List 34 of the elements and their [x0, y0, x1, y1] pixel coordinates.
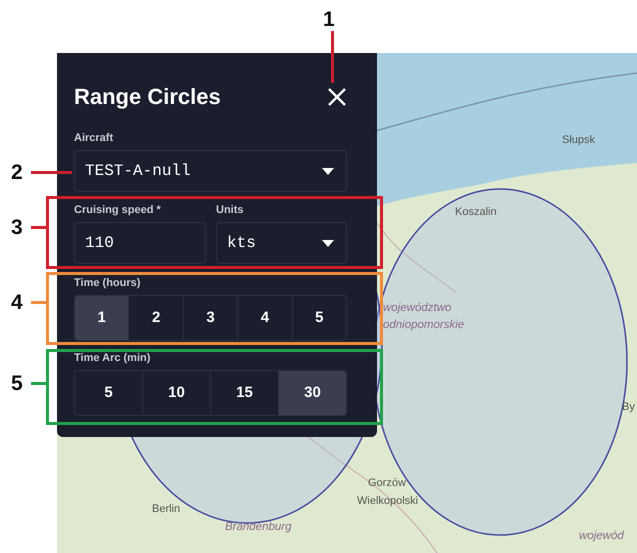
field-label: Time Arc (min)	[74, 353, 150, 364]
field-label: Time (hours)	[74, 278, 140, 289]
region-label: Brandenburg	[225, 522, 292, 534]
callout-number: 2	[11, 162, 23, 183]
segment-option[interactable]: 3	[184, 296, 238, 340]
field-label: Cruising speed *	[74, 205, 161, 216]
segment-option[interactable]: 5	[292, 296, 346, 340]
segment-option[interactable]: 4	[238, 296, 293, 340]
segment-option[interactable]: 30	[279, 371, 346, 415]
callout-number: 3	[11, 217, 23, 238]
city-label: Gorzów	[368, 478, 406, 489]
region-label: województwo	[383, 303, 452, 314]
speed-input[interactable]: 110	[74, 222, 206, 264]
city-label: Berlin	[152, 504, 180, 515]
caret-icon	[322, 168, 334, 174]
aircraft-select[interactable]: TEST-A-null	[74, 150, 347, 192]
segment-option[interactable]: 1	[75, 296, 130, 340]
segment-option[interactable]: 5	[75, 371, 143, 415]
callout-number: 4	[11, 292, 23, 313]
field-label: Units	[216, 205, 244, 216]
region-label: wojewód	[579, 531, 624, 542]
panel-title: Range Circles	[74, 84, 221, 110]
callout-number: 1	[323, 9, 335, 30]
field-label: Aircraft	[74, 133, 114, 144]
city-label: Słupsk	[562, 135, 596, 146]
callout-number: 5	[11, 373, 23, 394]
region-label: odniopomorskie	[383, 320, 464, 332]
segment-option[interactable]: 2	[129, 296, 184, 340]
caret-icon	[322, 240, 334, 246]
units-select[interactable]: kts	[216, 222, 347, 264]
city-label: Koszalin	[455, 207, 497, 218]
city-label: Wielkopolski	[357, 496, 418, 507]
segment-option[interactable]: 10	[143, 371, 211, 415]
close-button[interactable]	[327, 87, 347, 107]
